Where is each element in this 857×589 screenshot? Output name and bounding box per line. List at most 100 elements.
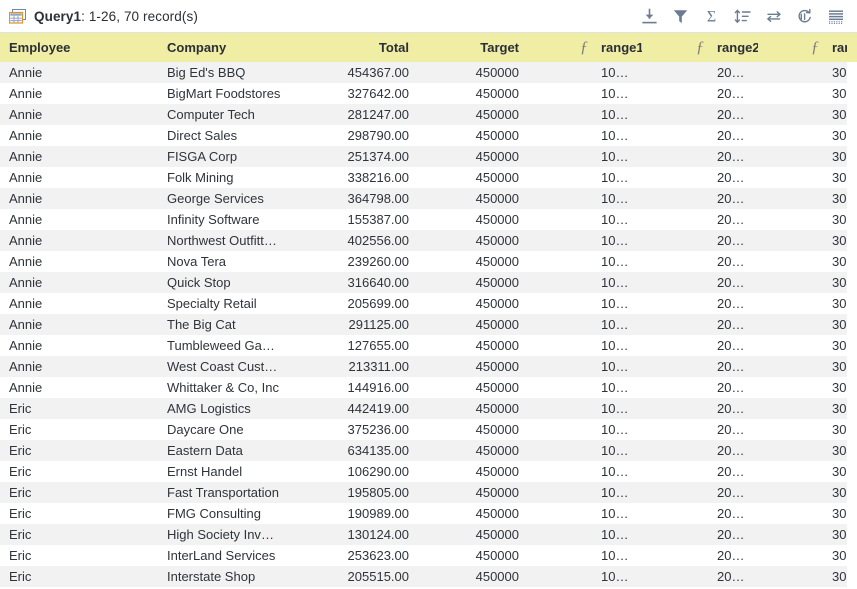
cell-employee[interactable]: Annie <box>0 314 158 335</box>
table-row[interactable]: AnnieNova Tera239260.0045000010000020000… <box>0 251 857 272</box>
table-row[interactable]: AnnieBigMart Foodstores327642.0045000010… <box>0 83 857 104</box>
cell-total[interactable]: 195805.00 <box>290 482 418 503</box>
cell-company[interactable]: Direct Sales <box>158 125 290 146</box>
cell-range1[interactable]: 100000 <box>592 461 642 482</box>
cell-target[interactable]: 450000 <box>418 62 528 83</box>
cell-company[interactable]: InterLand Services <box>158 545 290 566</box>
cell-employee[interactable]: Annie <box>0 104 158 125</box>
cell-total[interactable]: 291125.00 <box>290 314 418 335</box>
cell-range2[interactable]: 200000 <box>708 335 758 356</box>
cell-total[interactable]: 298790.00 <box>290 125 418 146</box>
cell-company[interactable]: Ernst Handel <box>158 461 290 482</box>
cell-range1[interactable]: 100000 <box>592 398 642 419</box>
cell-employee[interactable]: Eric <box>0 398 158 419</box>
cell-target[interactable]: 450000 <box>418 503 528 524</box>
cell-target[interactable]: 450000 <box>418 356 528 377</box>
cell-employee[interactable]: Eric <box>0 545 158 566</box>
formula-icon-range2[interactable]: ƒ <box>758 33 823 62</box>
table-row[interactable]: AnnieFISGA Corp251374.004500001000002000… <box>0 146 857 167</box>
cell-range1[interactable]: 100000 <box>592 419 642 440</box>
cell-employee[interactable]: Annie <box>0 62 158 83</box>
cell-range1[interactable]: 100000 <box>592 230 642 251</box>
table-row[interactable]: EricAMG Logistics442419.0045000010000020… <box>0 398 857 419</box>
cell-range1[interactable]: 100000 <box>592 482 642 503</box>
cell-company[interactable]: Quick Stop <box>158 272 290 293</box>
cell-target[interactable]: 450000 <box>418 146 528 167</box>
filter-icon[interactable] <box>665 3 696 30</box>
cell-company[interactable]: Northwest Outfitters <box>158 230 290 251</box>
cell-target[interactable]: 450000 <box>418 524 528 545</box>
cell-target[interactable]: 450000 <box>418 335 528 356</box>
cell-range1[interactable]: 100000 <box>592 293 642 314</box>
cell-company[interactable]: Tumbleweed Gaming <box>158 335 290 356</box>
cell-employee[interactable]: Annie <box>0 146 158 167</box>
cell-range1[interactable]: 100000 <box>592 251 642 272</box>
export-icon[interactable] <box>634 3 665 30</box>
cell-company[interactable]: Infinity Software <box>158 209 290 230</box>
cell-target[interactable]: 450000 <box>418 566 528 587</box>
table-row[interactable]: EricInterstate Shop205515.00450000100000… <box>0 566 857 587</box>
table-row[interactable]: EricFMG Consulting190989.004500001000002… <box>0 503 857 524</box>
cell-range1[interactable]: 100000 <box>592 440 642 461</box>
cell-employee[interactable]: Eric <box>0 482 158 503</box>
cell-company[interactable]: Computer Tech <box>158 104 290 125</box>
cell-target[interactable]: 450000 <box>418 377 528 398</box>
cell-range1[interactable]: 100000 <box>592 566 642 587</box>
cell-range1[interactable]: 100000 <box>592 272 642 293</box>
cell-range1[interactable]: 100000 <box>592 188 642 209</box>
cell-range1[interactable]: 100000 <box>592 83 642 104</box>
cell-range2[interactable]: 200000 <box>708 272 758 293</box>
table-row[interactable]: EricErnst Handel106290.00450000100000200… <box>0 461 857 482</box>
cell-range2[interactable]: 200000 <box>708 104 758 125</box>
cell-range2[interactable]: 200000 <box>708 524 758 545</box>
cell-total[interactable]: 442419.00 <box>290 398 418 419</box>
cell-range2[interactable]: 200000 <box>708 419 758 440</box>
table-row[interactable]: EricFast Transportation195805.0045000010… <box>0 482 857 503</box>
cell-company[interactable]: Folk Mining <box>158 167 290 188</box>
table-row[interactable]: AnnieSpecialty Retail205699.004500001000… <box>0 293 857 314</box>
table-row[interactable]: AnnieFolk Mining338216.00450000100000200… <box>0 167 857 188</box>
cell-target[interactable]: 450000 <box>418 293 528 314</box>
cell-target[interactable]: 450000 <box>418 230 528 251</box>
cell-employee[interactable]: Eric <box>0 419 158 440</box>
cell-total[interactable]: 127655.00 <box>290 335 418 356</box>
cell-total[interactable]: 634135.00 <box>290 440 418 461</box>
cell-target[interactable]: 450000 <box>418 482 528 503</box>
cell-target[interactable]: 450000 <box>418 398 528 419</box>
column-header-range1[interactable]: range1 <box>592 33 642 62</box>
cell-company[interactable]: AMG Logistics <box>158 398 290 419</box>
cell-target[interactable]: 450000 <box>418 545 528 566</box>
table-row[interactable]: EricEastern Data634135.00450000100000200… <box>0 440 857 461</box>
cell-total[interactable]: 327642.00 <box>290 83 418 104</box>
summary-icon[interactable]: Σ <box>696 3 727 30</box>
cell-target[interactable]: 450000 <box>418 83 528 104</box>
cell-range2[interactable]: 200000 <box>708 440 758 461</box>
cell-range1[interactable]: 100000 <box>592 104 642 125</box>
cell-range2[interactable]: 200000 <box>708 230 758 251</box>
cell-target[interactable]: 450000 <box>418 440 528 461</box>
swap-icon[interactable] <box>758 3 789 30</box>
table-row[interactable]: AnnieNorthwest Outfitters402556.00450000… <box>0 230 857 251</box>
cell-range2[interactable]: 200000 <box>708 377 758 398</box>
cell-range2[interactable]: 200000 <box>708 356 758 377</box>
cell-employee[interactable]: Annie <box>0 356 158 377</box>
cell-company[interactable]: High Society Investme… <box>158 524 290 545</box>
cell-range1[interactable]: 100000 <box>592 146 642 167</box>
table-row[interactable]: AnnieDirect Sales298790.0045000010000020… <box>0 125 857 146</box>
cell-range1[interactable]: 100000 <box>592 62 642 83</box>
cell-employee[interactable]: Eric <box>0 503 158 524</box>
cell-company[interactable]: Daycare One <box>158 419 290 440</box>
cell-company[interactable]: George Services <box>158 188 290 209</box>
cell-target[interactable]: 450000 <box>418 209 528 230</box>
formula-icon-target[interactable]: ƒ <box>528 33 592 62</box>
table-row[interactable]: EricInterLand Services253623.00450000100… <box>0 545 857 566</box>
cell-total[interactable]: 130124.00 <box>290 524 418 545</box>
table-row[interactable]: EricHigh Society Investme…130124.0045000… <box>0 524 857 545</box>
cell-range2[interactable]: 200000 <box>708 167 758 188</box>
cell-employee[interactable]: Eric <box>0 524 158 545</box>
cell-range1[interactable]: 100000 <box>592 545 642 566</box>
cell-employee[interactable]: Annie <box>0 272 158 293</box>
cell-total[interactable]: 281247.00 <box>290 104 418 125</box>
table-row[interactable]: AnnieWhittaker & Co, Inc144916.004500001… <box>0 377 857 398</box>
cell-total[interactable]: 106290.00 <box>290 461 418 482</box>
